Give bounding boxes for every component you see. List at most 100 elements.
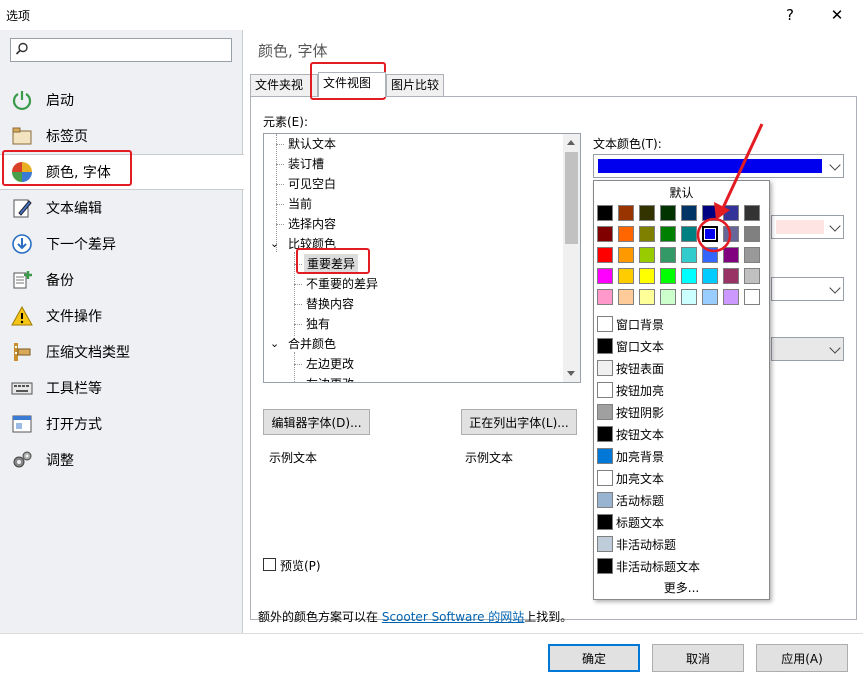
sidebar-item-backup[interactable]: 备份 xyxy=(0,262,243,298)
color-swatch[interactable] xyxy=(639,226,655,242)
color-swatch[interactable] xyxy=(744,289,760,305)
tree-item[interactable]: 比较颜色 xyxy=(288,234,336,254)
system-color-item[interactable]: 加亮文本 xyxy=(597,467,664,489)
color-swatch[interactable] xyxy=(744,226,760,242)
system-color-item[interactable]: 非活动标题文本 xyxy=(597,555,700,577)
ok-button[interactable]: 确定 xyxy=(548,644,640,672)
color-swatch[interactable] xyxy=(723,205,739,221)
cancel-button[interactable]: 取消 xyxy=(652,644,744,672)
system-color-item[interactable]: 窗口背景 xyxy=(597,313,664,335)
color-swatch[interactable] xyxy=(597,268,613,284)
close-button[interactable]: ✕ xyxy=(817,3,857,27)
scroll-thumb[interactable] xyxy=(565,152,578,244)
color-swatch[interactable] xyxy=(618,205,634,221)
color-swatch[interactable] xyxy=(597,205,613,221)
system-color-item[interactable]: 标题文本 xyxy=(597,511,664,533)
sidebar-item-archive-types[interactable]: 压缩文档类型 xyxy=(0,334,243,370)
color-swatch[interactable] xyxy=(639,205,655,221)
scroll-down-icon[interactable] xyxy=(567,371,575,376)
system-color-item[interactable]: 非活动标题 xyxy=(597,533,676,555)
color-swatch[interactable] xyxy=(702,205,718,221)
sidebar-item-text-edit[interactable]: 文本编辑 xyxy=(0,190,243,226)
help-button[interactable]: ? xyxy=(770,3,810,27)
sidebar-item-open-with[interactable]: 打开方式 xyxy=(0,406,243,442)
tree-item[interactable]: 选择内容 xyxy=(288,214,336,234)
elements-tree[interactable]: 默认文本 装订槽 可见空白 当前 选择内容 ⌄ 比较颜色 重要差异 不重要的差异… xyxy=(263,133,581,383)
color-swatch[interactable] xyxy=(702,268,718,284)
system-color-item[interactable]: 活动标题 xyxy=(597,489,664,511)
color-swatch[interactable] xyxy=(597,289,613,305)
system-color-item[interactable]: 按钮表面 xyxy=(597,357,664,379)
color-swatch[interactable] xyxy=(681,268,697,284)
system-color-item[interactable]: 按钮文本 xyxy=(597,423,664,445)
tree-item[interactable]: 替换内容 xyxy=(306,294,354,314)
expand-toggle-icon[interactable]: ⌄ xyxy=(270,334,279,354)
sidebar-item-toolbars[interactable]: 工具栏等 xyxy=(0,370,243,406)
color-swatch[interactable] xyxy=(660,205,676,221)
scroll-up-icon[interactable] xyxy=(567,140,575,145)
editor-font-button[interactable]: 编辑器字体(D)... xyxy=(263,409,370,435)
sidebar-item-file-ops[interactable]: 文件操作 xyxy=(0,298,243,334)
color-swatch[interactable] xyxy=(744,205,760,221)
color-swatch[interactable] xyxy=(660,289,676,305)
tree-item[interactable]: 左边更改 xyxy=(306,374,354,382)
color-swatch[interactable] xyxy=(660,268,676,284)
tab-picture-compare[interactable]: 图片比较 xyxy=(386,74,444,96)
color-swatch[interactable] xyxy=(702,247,718,263)
line-style-combo[interactable] xyxy=(771,337,844,361)
tree-item[interactable]: 默认文本 xyxy=(288,134,336,154)
system-color-item[interactable]: 按钮阴影 xyxy=(597,401,664,423)
sidebar-item-colors-fonts[interactable]: 颜色, 字体 xyxy=(0,154,244,190)
system-color-item[interactable]: 窗口文本 xyxy=(597,335,664,357)
tree-item-selected[interactable]: 重要差异 xyxy=(304,254,359,274)
apply-button[interactable]: 应用(A) xyxy=(756,644,848,672)
tree-item[interactable]: 当前 xyxy=(288,194,312,214)
color-swatch[interactable] xyxy=(639,247,655,263)
sidebar-item-startup[interactable]: 启动 xyxy=(0,82,243,118)
scooter-website-link[interactable]: Scooter Software 的网站 xyxy=(382,610,524,624)
expand-toggle-icon[interactable]: ⌄ xyxy=(270,234,279,254)
color-swatch[interactable] xyxy=(723,247,739,263)
color-swatch[interactable] xyxy=(639,268,655,284)
sidebar-item-tweaks[interactable]: 调整 xyxy=(0,442,243,478)
color-swatch[interactable] xyxy=(618,268,634,284)
tree-item[interactable]: 左边更改 xyxy=(306,354,354,374)
system-color-item[interactable]: 按钮加亮 xyxy=(597,379,664,401)
system-color-item[interactable]: 加亮背景 xyxy=(597,445,664,467)
more-colors-button[interactable]: 更多... xyxy=(594,579,769,596)
tab-folder-view[interactable]: 文件夹视图 xyxy=(250,74,318,112)
color-swatch[interactable] xyxy=(723,268,739,284)
tree-item[interactable]: 装订槽 xyxy=(288,154,324,174)
color-swatch[interactable] xyxy=(744,247,760,263)
color-swatch[interactable] xyxy=(681,247,697,263)
tab-file-view[interactable]: 文件视图 xyxy=(318,72,386,97)
color-swatch[interactable] xyxy=(681,226,697,242)
tree-item[interactable]: 可见空白 xyxy=(288,174,336,194)
tree-item[interactable]: 独有 xyxy=(306,314,330,334)
color-swatch[interactable] xyxy=(723,226,739,242)
back-color-combo[interactable] xyxy=(771,215,844,239)
color-swatch[interactable] xyxy=(744,268,760,284)
listing-font-button[interactable]: 正在列出字体(L)... xyxy=(461,409,577,435)
search-box[interactable] xyxy=(10,38,232,62)
color-swatch[interactable] xyxy=(660,247,676,263)
sidebar-item-next-diff[interactable]: 下一个差异 xyxy=(0,226,243,262)
color-swatch[interactable] xyxy=(618,226,634,242)
color-swatch[interactable] xyxy=(702,226,718,242)
color-swatch[interactable] xyxy=(618,247,634,263)
color-swatch[interactable] xyxy=(723,289,739,305)
color-swatch[interactable] xyxy=(681,205,697,221)
sidebar-item-tabs[interactable]: 标签页 xyxy=(0,118,243,154)
color-swatch[interactable] xyxy=(660,226,676,242)
text-color-combo[interactable] xyxy=(593,154,844,178)
color-swatch[interactable] xyxy=(681,289,697,305)
color-swatch[interactable] xyxy=(639,289,655,305)
tree-item[interactable]: 不重要的差异 xyxy=(306,274,378,294)
search-input[interactable] xyxy=(33,41,227,59)
tree-scrollbar[interactable] xyxy=(563,134,580,382)
default-color-option[interactable]: 默认 xyxy=(594,184,769,201)
color-swatch[interactable] xyxy=(702,289,718,305)
color-swatch[interactable] xyxy=(597,247,613,263)
tree-item[interactable]: 合并颜色 xyxy=(288,334,336,354)
preview-checkbox[interactable] xyxy=(263,558,276,571)
